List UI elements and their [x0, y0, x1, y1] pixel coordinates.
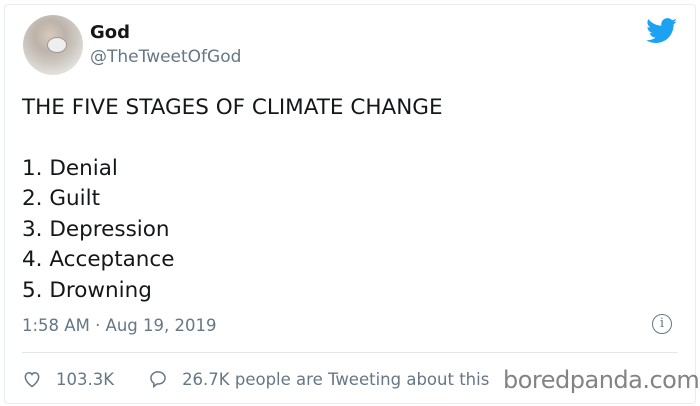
- comment-bubble-icon[interactable]: [148, 369, 168, 389]
- divider: [22, 352, 678, 353]
- tweet-text: THE FIVE STAGES OF CLIMATE CHANGE 1. Den…: [22, 93, 443, 307]
- tweet-actions: 103.3K 26.7K people are Tweeting about t…: [22, 369, 489, 389]
- list-item: 2. Guilt: [22, 186, 101, 212]
- list-item: 3. Depression: [22, 216, 170, 242]
- heart-icon[interactable]: [22, 369, 42, 389]
- watermark: boredpanda.com: [503, 366, 700, 394]
- author-name[interactable]: God: [90, 22, 130, 43]
- tweet-title: THE FIVE STAGES OF CLIMATE CHANGE: [22, 95, 443, 120]
- timestamp[interactable]: 1:58 AM · Aug 19, 2019: [22, 316, 217, 335]
- info-icon[interactable]: i: [652, 314, 672, 334]
- like-count[interactable]: 103.3K: [56, 370, 114, 389]
- list-item: 5. Drowning: [22, 277, 152, 303]
- avatar[interactable]: [23, 15, 83, 75]
- list-item: 1. Denial: [22, 155, 118, 181]
- author-handle[interactable]: @TheTweetOfGod: [90, 47, 241, 67]
- tweeting-count[interactable]: 26.7K people are Tweeting about this: [182, 370, 489, 389]
- mask-image: [47, 37, 67, 53]
- list-item: 4. Acceptance: [22, 247, 175, 273]
- twitter-bird-icon[interactable]: [646, 18, 678, 44]
